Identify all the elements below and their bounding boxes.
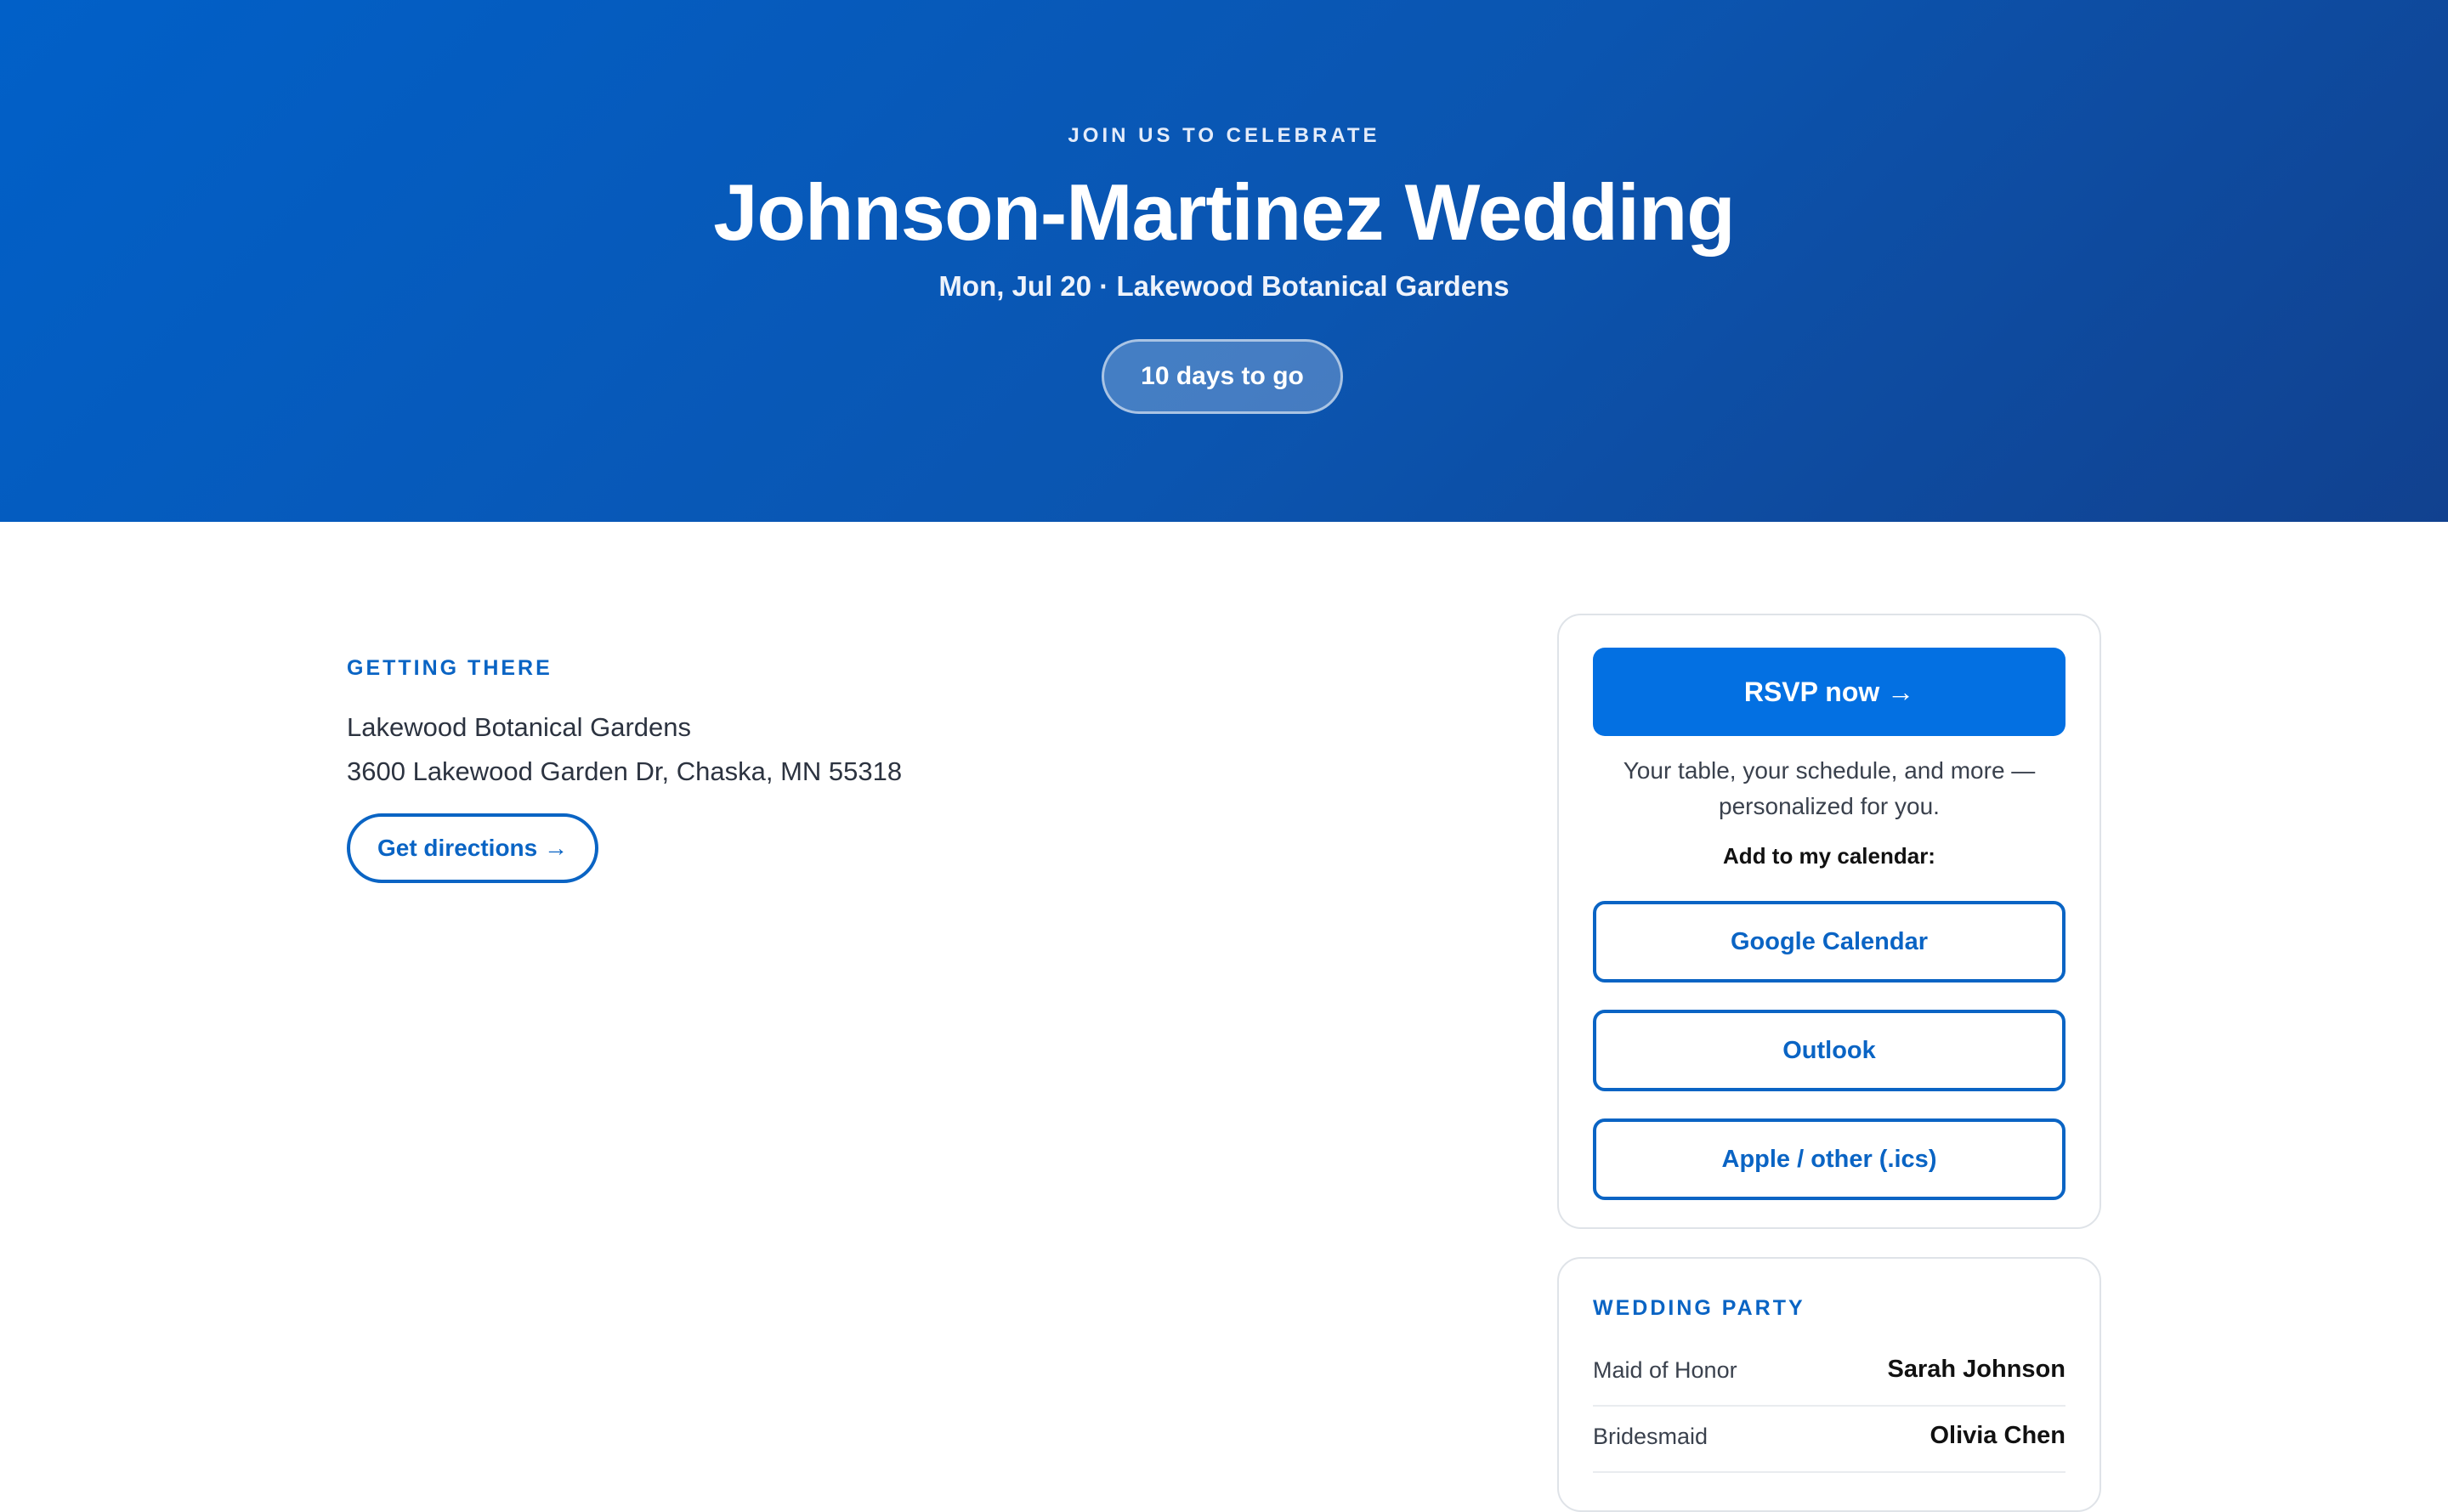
- hero-eyebrow: JOIN US TO CELEBRATE: [1068, 124, 1380, 147]
- list-item: Bridesmaid Olivia Chen: [1593, 1407, 2066, 1473]
- rsvp-card: RSVP now → Your table, your schedule, an…: [1557, 614, 2101, 1229]
- wedding-party-card: WEDDING PARTY Maid of Honor Sarah Johnso…: [1557, 1257, 2101, 1512]
- page-title: Johnson-Martinez Wedding: [713, 167, 1735, 257]
- rsvp-note: Your table, your schedule, and more — pe…: [1623, 757, 2036, 819]
- party-role: Bridesmaid: [1593, 1424, 1708, 1449]
- venue-name: Lakewood Botanical Gardens: [347, 712, 691, 742]
- apple-ics-calendar-button[interactable]: Apple / other (.ics): [1593, 1118, 2066, 1200]
- venue-address: 3600 Lakewood Garden Dr, Chaska, MN 5531…: [347, 756, 903, 786]
- countdown-badge: 10 days to go: [1102, 339, 1343, 414]
- get-directions-button[interactable]: Get directions →: [347, 813, 598, 883]
- party-member-name: Sarah Johnson: [1887, 1356, 2066, 1383]
- wedding-party-heading: WEDDING PARTY: [1593, 1296, 1805, 1320]
- party-member-name: Olivia Chen: [1930, 1422, 2066, 1449]
- list-item: Maid of Honor Sarah Johnson: [1593, 1340, 2066, 1407]
- google-calendar-button[interactable]: Google Calendar: [1593, 901, 2066, 983]
- event-date-location: Mon, Jul 20 · Lakewood Botanical Gardens: [938, 270, 1510, 302]
- party-role: Maid of Honor: [1593, 1357, 1737, 1383]
- calendar-heading: Add to my calendar:: [1723, 843, 1935, 869]
- rsvp-button[interactable]: RSVP now →: [1593, 648, 2066, 736]
- getting-there-heading: GETTING THERE: [347, 656, 552, 680]
- outlook-calendar-button[interactable]: Outlook: [1593, 1010, 2066, 1091]
- hero-banner: JOIN US TO CELEBRATE Johnson-Martinez We…: [0, 0, 2448, 522]
